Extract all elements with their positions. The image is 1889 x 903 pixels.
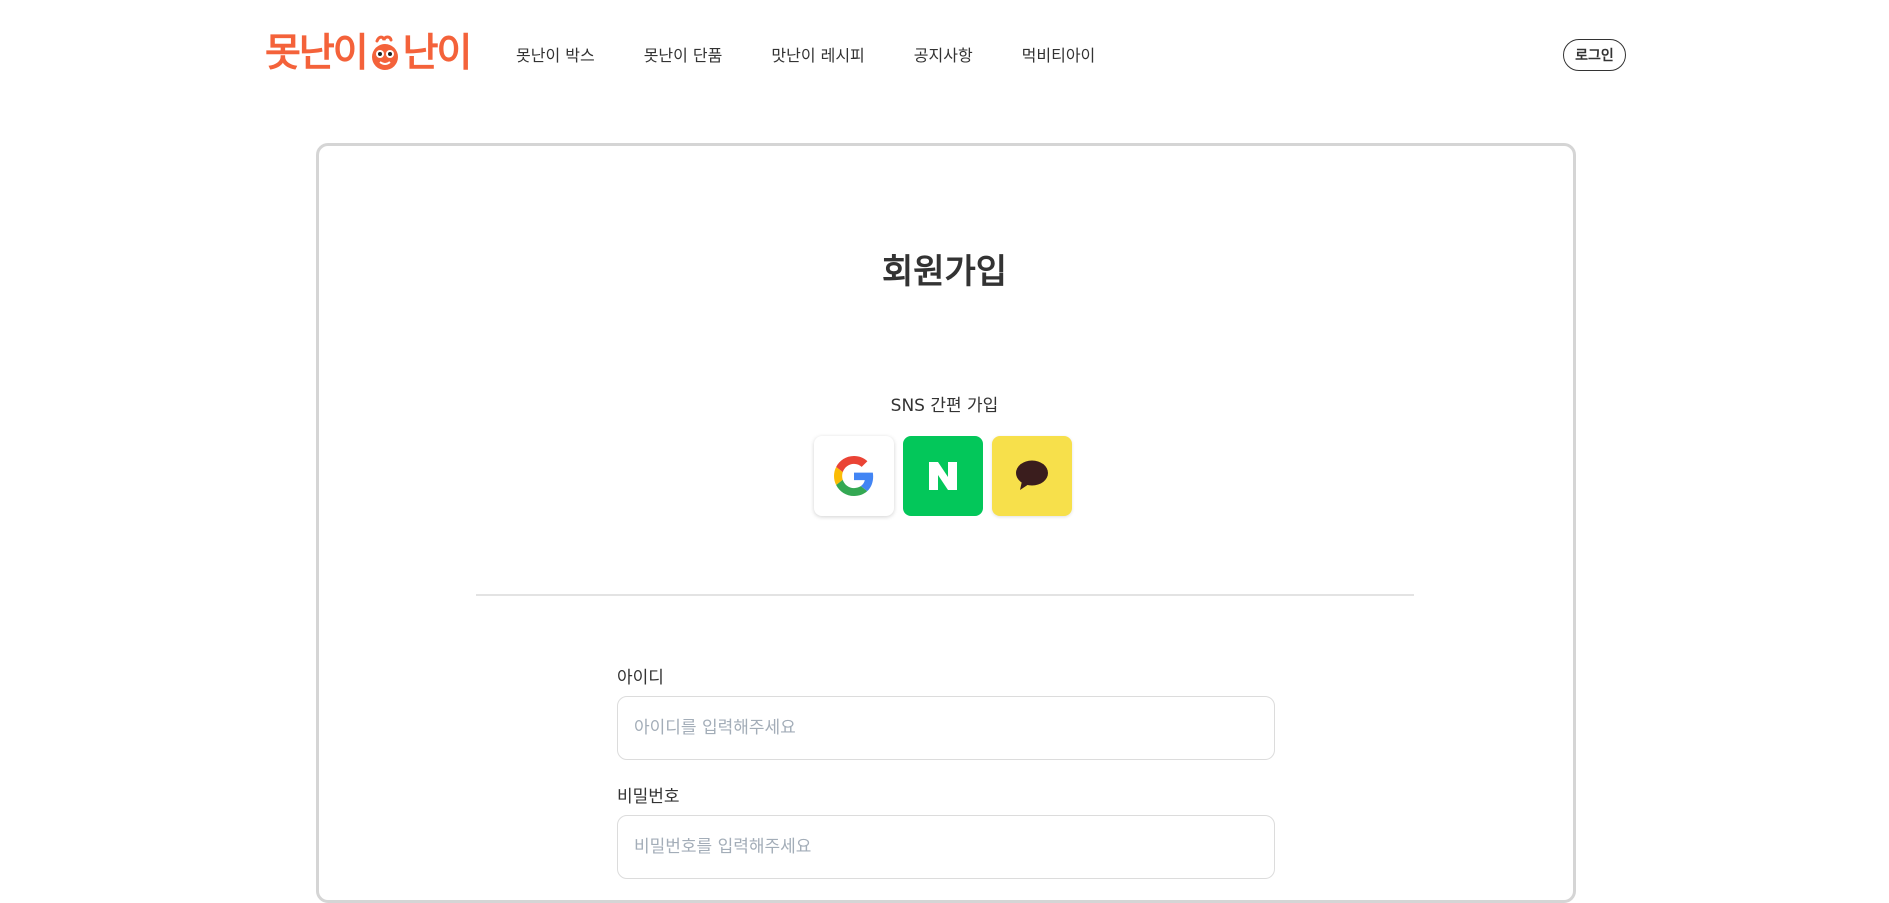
page-title: 회원가입	[881, 252, 1008, 292]
naver-icon	[929, 462, 957, 490]
nav-item-notice[interactable]: 공지사항	[914, 44, 973, 68]
logo[interactable]: 못난이 난이	[265, 30, 473, 78]
sns-buttons	[814, 436, 1081, 516]
sns-label: SNS 간편 가입	[890, 396, 999, 416]
nav-item-recipe[interactable]: 맛난이 레시피	[771, 44, 864, 68]
google-icon	[834, 456, 874, 496]
header: 못난이 난이 못난이 박스 못난이 단품 맛난이 레시피 공지사항 먹비티아이 …	[0, 0, 1889, 110]
nav-item-box[interactable]: 못난이 박스	[516, 44, 595, 68]
divider	[476, 594, 1414, 596]
kakao-signup-button[interactable]	[992, 436, 1072, 516]
naver-signup-button[interactable]	[903, 436, 983, 516]
id-input[interactable]	[617, 696, 1275, 760]
kakao-icon	[1016, 460, 1048, 490]
id-label: 아이디	[617, 668, 664, 688]
logo-text-1: 못난이	[265, 31, 369, 76]
google-signup-button[interactable]	[814, 436, 894, 516]
nav-item-single[interactable]: 못난이 단품	[644, 44, 723, 68]
main-nav: 못난이 박스 못난이 단품 맛난이 레시피 공지사항 먹비티아이	[516, 44, 1144, 68]
logo-text-2: 난이	[402, 31, 473, 76]
nav-item-mbti[interactable]: 먹비티아이	[1022, 44, 1096, 68]
login-button[interactable]: 로그인	[1563, 39, 1626, 71]
mascot-icon	[371, 35, 398, 70]
password-input[interactable]	[617, 815, 1275, 879]
password-label: 비밀번호	[617, 787, 680, 807]
